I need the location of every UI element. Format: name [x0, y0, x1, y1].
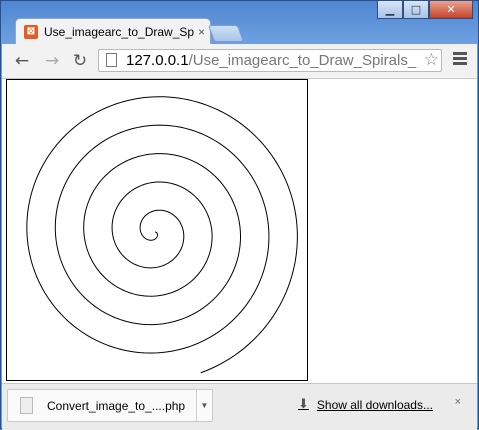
show-all-downloads-link[interactable]: ⬇ Show all downloads... [298, 397, 433, 412]
url-host: 127.0.0.1 [126, 52, 189, 69]
tab-title: Use_imagearc_to_Draw_Spi [44, 24, 194, 39]
download-item[interactable]: Convert_image_to_....php ▼ [7, 389, 213, 422]
tab-close-icon[interactable]: × [198, 25, 205, 39]
maximize-icon[interactable]: □ [403, 1, 429, 19]
download-file-name: Convert_image_to_....php [47, 399, 186, 413]
download-arrow-icon: ⬇ [298, 397, 309, 412]
download-shelf: Convert_image_to_....php ▼ ⬇ Show all do… [2, 383, 477, 430]
file-icon [20, 397, 33, 414]
window-controls: ▁ □ ✕ [377, 1, 473, 19]
spiral-drawing [26, 96, 298, 374]
minimize-icon[interactable]: ▁ [377, 1, 403, 19]
reload-icon[interactable]: ↻ [70, 51, 90, 71]
page-content [2, 79, 477, 383]
page-icon [106, 53, 117, 67]
bookmark-star-icon[interactable]: ☆ [424, 50, 439, 70]
url-text[interactable]: 127.0.0.1/Use_imagearc_to_Draw_Spirals_ [126, 52, 416, 69]
chevron-down-icon[interactable]: ▼ [196, 390, 212, 421]
forward-icon[interactable]: → [42, 51, 62, 71]
xampp-icon: ⊠ [24, 24, 38, 39]
address-bar[interactable]: 127.0.0.1/Use_imagearc_to_Draw_Spirals_ … [98, 49, 442, 72]
new-tab-button[interactable] [207, 25, 245, 42]
browser-window: ▁ □ ✕ ⊠ Use_imagearc_to_Draw_Spi × ← → ↻… [0, 0, 479, 430]
menu-icon[interactable] [453, 52, 467, 67]
spiral-image [6, 79, 308, 381]
url-path: /Use_imagearc_to_Draw_Spirals_ [188, 52, 417, 69]
browser-tab[interactable]: ⊠ Use_imagearc_to_Draw_Spi × [15, 18, 211, 44]
shelf-close-icon[interactable]: × [455, 396, 461, 408]
close-icon[interactable]: ✕ [429, 1, 473, 19]
show-all-label: Show all downloads... [316, 397, 433, 412]
toolbar: ← → ↻ 127.0.0.1/Use_imagearc_to_Draw_Spi… [2, 44, 477, 79]
back-icon[interactable]: ← [12, 51, 32, 71]
